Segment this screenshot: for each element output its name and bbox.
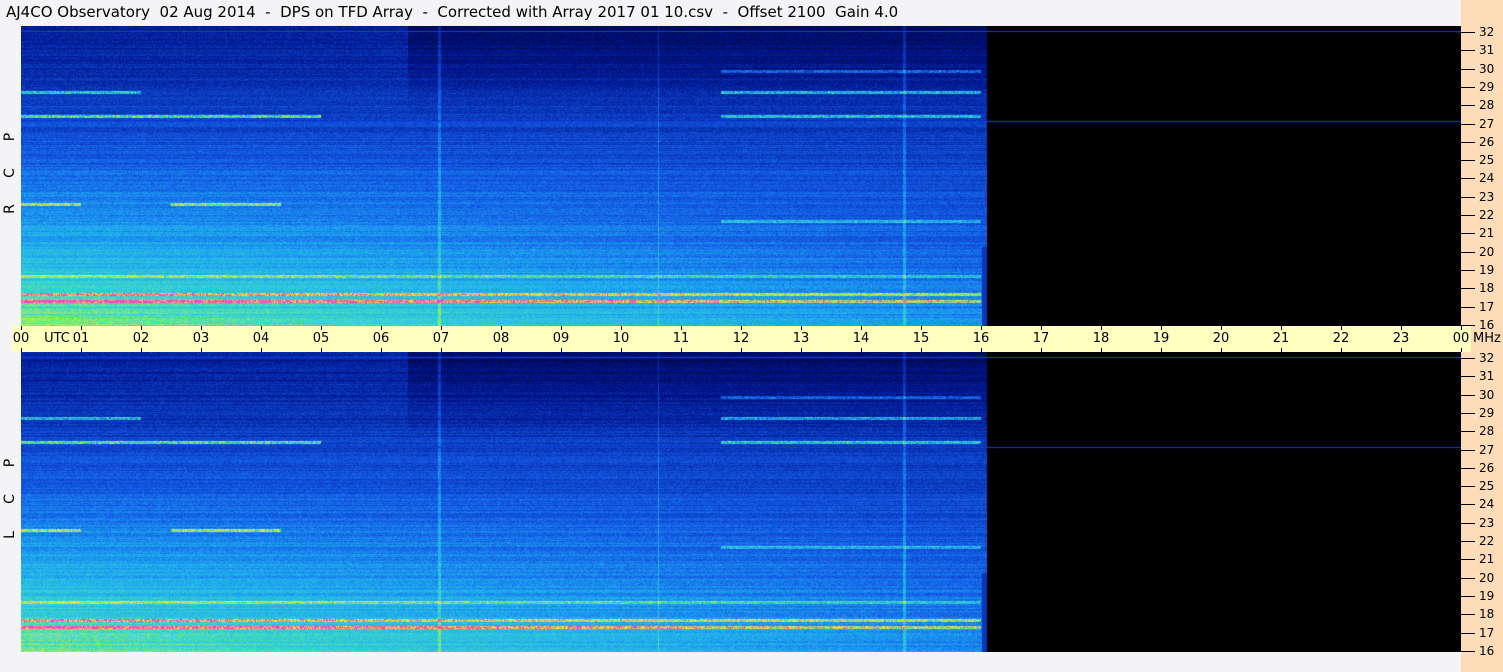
frequency-tick: 22	[1461, 208, 1494, 222]
time-tick-mark	[981, 326, 982, 330]
frequency-tick: 19	[1461, 263, 1494, 277]
frequency-tick: 31	[1461, 369, 1494, 383]
frequency-tick: 29	[1461, 406, 1494, 420]
time-tick-mark	[801, 326, 802, 330]
time-tick-mark	[141, 326, 142, 330]
time-tick-mark	[381, 326, 382, 330]
frequency-tick: 24	[1461, 497, 1494, 511]
time-tick-label: 22	[1332, 331, 1350, 346]
frequency-tick: 29	[1461, 80, 1494, 94]
frequency-tick: 23	[1461, 190, 1494, 204]
time-tick-label: 19	[1152, 331, 1170, 346]
time-axis: 00 01 02 03 04 05 06 07 08 09 10 11 12 13 14 15 16 17 18 19…	[12, 326, 1471, 352]
time-tick-label: 23	[1392, 331, 1410, 346]
utc-label: UTC	[44, 331, 70, 346]
frequency-tick: 21	[1461, 552, 1494, 566]
time-tick-mark	[1041, 326, 1042, 330]
time-tick-label: 01	[72, 331, 90, 346]
frequency-tick: 26	[1461, 461, 1494, 475]
frequency-tick: 28	[1461, 424, 1494, 438]
time-tick-mark	[561, 326, 562, 330]
time-tick-label: 09	[552, 331, 570, 346]
chart-title: AJ4CO Observatory 02 Aug 2014 - DPS on T…	[6, 3, 899, 21]
time-tick-label: 20	[1212, 331, 1230, 346]
frequency-tick: 18	[1461, 607, 1494, 621]
frequency-tick: 25	[1461, 153, 1494, 167]
time-tick-label: 00	[12, 331, 30, 346]
time-tick-mark	[861, 326, 862, 330]
time-tick-mark	[21, 326, 22, 330]
time-tick-mark	[921, 326, 922, 330]
time-tick-mark	[321, 326, 322, 330]
frequency-tick: 32	[1461, 351, 1494, 365]
time-tick-label: 17	[1032, 331, 1050, 346]
time-tick-mark	[1401, 326, 1402, 330]
time-tick-label: 03	[192, 331, 210, 346]
time-tick-label: 00	[1452, 331, 1470, 346]
time-tick-label: 02	[132, 331, 150, 346]
time-tick-label: 21	[1272, 331, 1290, 346]
time-tick-label: 06	[372, 331, 390, 346]
time-tick-mark	[1341, 326, 1342, 330]
time-tick-label: 08	[492, 331, 510, 346]
frequency-tick: 19	[1461, 589, 1494, 603]
frequency-tick: 30	[1461, 62, 1494, 76]
time-tick-label: 18	[1092, 331, 1110, 346]
frequency-tick: 21	[1461, 226, 1494, 240]
time-tick-label: 07	[432, 331, 450, 346]
time-tick-mark	[1101, 326, 1102, 330]
frequency-tick: 27	[1461, 117, 1494, 131]
frequency-tick: 27	[1461, 443, 1494, 457]
time-tick-mark	[201, 326, 202, 330]
time-tick-label: 14	[852, 331, 870, 346]
frequency-tick: 18	[1461, 281, 1494, 295]
time-tick-label: 04	[252, 331, 270, 346]
frequency-tick: 17	[1461, 626, 1494, 640]
time-tick-label: 05	[312, 331, 330, 346]
time-tick-label: 11	[672, 331, 690, 346]
frequency-tick: 23	[1461, 516, 1494, 530]
time-tick-mark	[261, 326, 262, 330]
time-tick-mark	[1161, 326, 1162, 330]
time-tick-label: 10	[612, 331, 630, 346]
time-tick-label: 13	[792, 331, 810, 346]
frequency-tick: 25	[1461, 479, 1494, 493]
frequency-tick: 24	[1461, 171, 1494, 185]
time-tick-mark	[501, 326, 502, 330]
frequency-tick: 17	[1461, 300, 1494, 314]
time-tick-mark	[1281, 326, 1282, 330]
frequency-tick: 32	[1461, 25, 1494, 39]
frequency-tick: 28	[1461, 98, 1494, 112]
lcp-spectrogram	[21, 352, 1461, 652]
frequency-tick: 20	[1461, 245, 1494, 259]
frequency-tick: 26	[1461, 135, 1494, 149]
time-tick-mark	[81, 326, 82, 330]
time-tick-label: 15	[912, 331, 930, 346]
frequency-tick: 31	[1461, 43, 1494, 57]
time-tick-label: 16	[972, 331, 990, 346]
rcp-spectrogram	[21, 26, 1461, 326]
time-tick-mark	[621, 326, 622, 330]
time-tick-mark	[681, 326, 682, 330]
frequency-tick: 30	[1461, 388, 1494, 402]
frequency-tick: 16	[1461, 644, 1494, 658]
time-tick-label: 12	[732, 331, 750, 346]
time-tick-mark	[441, 326, 442, 330]
frequency-tick: 20	[1461, 571, 1494, 585]
frequency-tick: 22	[1461, 534, 1494, 548]
time-tick-mark	[1221, 326, 1222, 330]
time-tick-mark	[741, 326, 742, 330]
mhz-unit-label: MHz	[1473, 331, 1501, 346]
frequency-tick: 16	[1461, 318, 1494, 332]
